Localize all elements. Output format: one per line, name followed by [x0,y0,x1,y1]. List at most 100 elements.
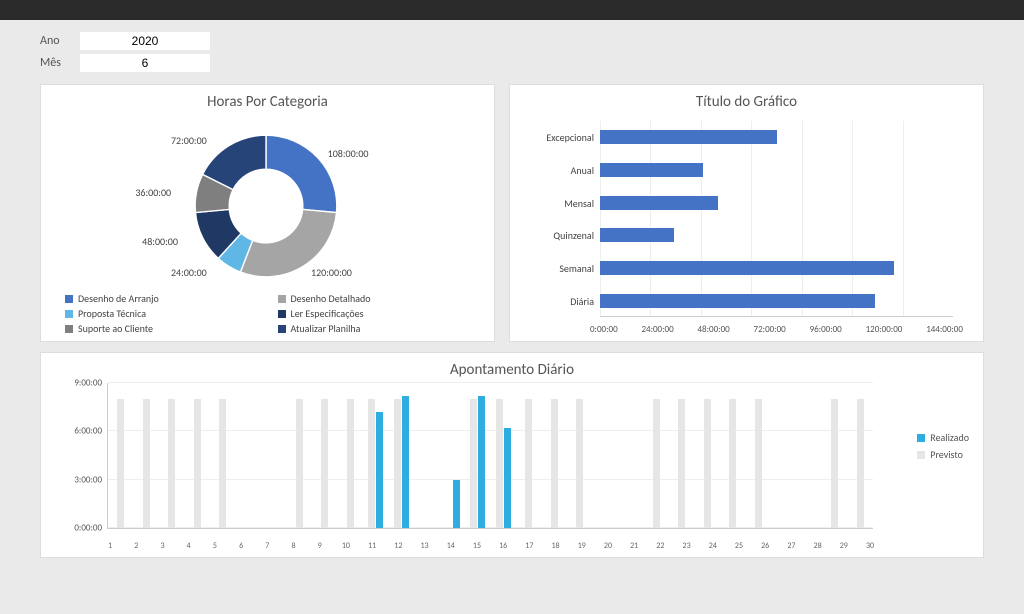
filter-month-label: Mês [40,56,80,70]
filter-year-row: Ano [40,32,984,50]
daily-bar-group [185,383,211,528]
daily-bar-group [236,383,262,528]
daily-bar-group [542,383,568,528]
hbar-category-label: Excepcional [528,131,594,144]
daily-xtick: 27 [778,541,804,551]
daily-ytick: 6:00:00 [58,426,102,437]
daily-bar-group [695,383,721,528]
bar-realizado [504,428,511,528]
bar-previsto [394,399,401,528]
donut-legend-item: Proposta Técnica [65,307,258,320]
daily-xtick: 22 [647,541,673,551]
daily-bar-group [363,383,389,528]
hbar-category-label: Semanal [528,262,594,275]
daily-bar-group [593,383,619,528]
daily-xticks: 1234567891011121314151617181920212223242… [97,541,883,551]
hbar-category-label: Diária [528,295,594,308]
hbar-category-label: Mensal [528,197,594,210]
daily-xtick: 29 [831,541,857,551]
hbar-category-label: Quinzenal [528,229,594,242]
filters: Ano Mês [40,32,984,72]
daily-xtick: 5 [202,541,228,551]
daily-bar-group [465,383,491,528]
daily-xtick: 6 [228,541,254,551]
daily-bar-group [159,383,185,528]
donut-legend-item: Ler Especificações [278,307,471,320]
daily-xtick: 19 [569,541,595,551]
bar-previsto [470,399,477,528]
bar-previsto [168,399,175,528]
bar-previsto [857,399,864,528]
hbar-xtick: 48:00:00 [698,324,730,335]
bar-previsto [219,399,226,528]
bar-previsto [117,399,124,528]
filter-month-input[interactable] [80,54,210,72]
daily-xtick: 15 [464,541,490,551]
donut-legend-item: Desenho Detalhado [278,292,471,305]
legend-label: Proposta Técnica [78,307,146,320]
daily-xtick: 2 [123,541,149,551]
daily-bar-group [720,383,746,528]
bar-previsto [296,399,303,528]
legend-label: Suporte ao Cliente [78,322,153,335]
bar-previsto [194,399,201,528]
bar-previsto [704,399,711,528]
legend-label: Atualizar Planilha [291,322,361,335]
donut-title: Horas Por Categoria [51,93,484,111]
hbar-xtick: 96:00:00 [810,324,842,335]
bar-previsto [576,399,583,528]
daily-xtick: 24 [700,541,726,551]
daily-legend: Realizado Previsto [917,431,969,465]
bar-previsto [551,399,558,528]
donut-data-label: 72:00:00 [171,134,207,147]
daily-xtick: 10 [333,541,359,551]
app-topbar [0,0,1024,20]
daily-bar-group [261,383,287,528]
daily-bar-group [414,383,440,528]
hbar-xtick: 0:00:00 [590,324,618,335]
legend-realizado: Realizado [917,431,969,444]
daily-bar-group [516,383,542,528]
daily-bar-group [618,383,644,528]
hbar-bar [600,163,703,177]
hbar-bar [600,196,718,210]
daily-xtick: 28 [804,541,830,551]
legend-realizado-label: Realizado [930,431,969,444]
legend-swatch [65,295,73,303]
card-horas-por-categoria: Horas Por Categoria 108:00:00120:00:0024… [40,84,495,342]
donut-legend-item: Desenho de Arranjo [65,292,258,305]
hbar-xtick: 24:00:00 [641,324,673,335]
donut-chart: 108:00:00120:00:0024:00:0048:00:0036:00:… [51,115,484,305]
legend-swatch [278,325,286,333]
hbar-xtick: 120:00:00 [866,324,903,335]
daily-xtick: 11 [359,541,385,551]
legend-swatch [278,310,286,318]
bar-previsto [496,399,503,528]
donut-segment [266,135,337,212]
legend-previsto-label: Previsto [930,448,963,461]
hbar-xtick: 144:00:00 [926,324,963,335]
bar-previsto [678,399,685,528]
donut-data-label: 36:00:00 [135,186,171,199]
daily-ytick: 0:00:00 [58,523,102,534]
daily-ytick: 3:00:00 [58,474,102,485]
daily-xtick: 9 [307,541,333,551]
daily-bar-group [771,383,797,528]
card-apontamento-diario: Apontamento Diário 0:00:003:00:006:00:00… [40,352,984,558]
legend-previsto: Previsto [917,448,969,461]
daily-xtick: 17 [516,541,542,551]
bar-previsto [729,399,736,528]
daily-xtick: 26 [752,541,778,551]
daily-xtick: 21 [621,541,647,551]
donut-data-label: 48:00:00 [142,235,178,248]
hbar-chart: ExcepcionalAnualMensalQuinzenalSemanalDi… [600,121,953,317]
bar-previsto [143,399,150,528]
bar-previsto [525,399,532,528]
daily-bar-group [746,383,772,528]
hbar-bar [600,130,777,144]
legend-label: Ler Especificações [291,307,364,320]
donut-legend-item: Atualizar Planilha [278,322,471,335]
bar-previsto [653,399,660,528]
filter-year-input[interactable] [80,32,210,50]
daily-bar-group [338,383,364,528]
